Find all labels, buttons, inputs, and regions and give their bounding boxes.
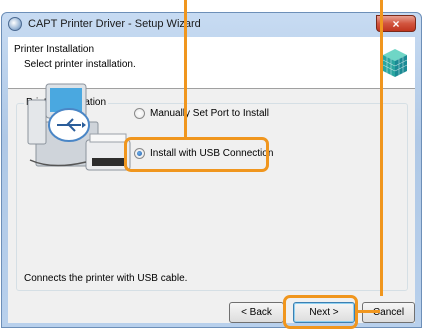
back-button[interactable]: < Back [229, 302, 284, 323]
installer-boxes-icon [382, 49, 408, 77]
computer-usb-printer-illustration [27, 83, 131, 171]
wizard-body: Printer Installation Select printer inst… [8, 37, 415, 323]
next-button-highlight [283, 295, 358, 329]
radio-manual-port-label: Manually Set Port to Install [150, 108, 269, 119]
window-title: CAPT Printer Driver - Setup Wizard [28, 18, 201, 30]
next-callout-line [380, 0, 383, 296]
app-icon [8, 17, 22, 31]
option-description: Connects the printer with USB cable. [24, 273, 188, 284]
page-subtitle: Select printer installation. [24, 59, 136, 70]
radio-manual-port[interactable]: Manually Set Port to Install [134, 108, 269, 119]
usb-option-highlight [124, 137, 269, 172]
page-title: Printer Installation [14, 44, 95, 55]
next-callout-connector [356, 310, 380, 313]
title-bar: CAPT Printer Driver - Setup Wizard × [2, 13, 421, 37]
usb-callout-line [184, 0, 187, 138]
radio-manual-port-indicator[interactable] [134, 108, 145, 119]
